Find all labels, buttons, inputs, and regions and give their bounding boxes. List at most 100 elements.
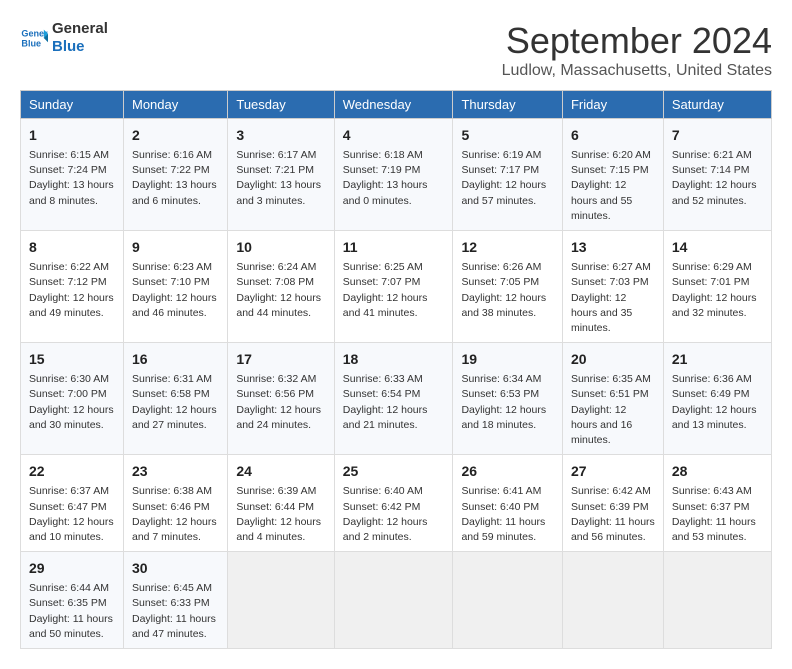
day-number: 14 bbox=[672, 237, 763, 258]
day-cell bbox=[228, 552, 334, 649]
day-cell: 10Sunrise: 6:24 AMSunset: 7:08 PMDayligh… bbox=[228, 231, 334, 343]
day-detail: Sunrise: 6:26 AMSunset: 7:05 PMDaylight:… bbox=[461, 260, 554, 321]
week-row-3: 15Sunrise: 6:30 AMSunset: 7:00 PMDayligh… bbox=[21, 343, 772, 455]
day-number: 6 bbox=[571, 125, 655, 146]
day-detail: Sunrise: 6:20 AMSunset: 7:15 PMDaylight:… bbox=[571, 148, 655, 224]
day-detail: Sunrise: 6:36 AMSunset: 6:49 PMDaylight:… bbox=[672, 372, 763, 433]
svg-text:Blue: Blue bbox=[21, 38, 41, 48]
day-cell: 30Sunrise: 6:45 AMSunset: 6:33 PMDayligh… bbox=[123, 552, 227, 649]
month-title: September 2024 bbox=[502, 20, 772, 62]
day-number: 13 bbox=[571, 237, 655, 258]
day-cell: 6Sunrise: 6:20 AMSunset: 7:15 PMDaylight… bbox=[562, 119, 663, 231]
day-detail: Sunrise: 6:39 AMSunset: 6:44 PMDaylight:… bbox=[236, 484, 325, 545]
week-row-1: 1Sunrise: 6:15 AMSunset: 7:24 PMDaylight… bbox=[21, 119, 772, 231]
day-number: 25 bbox=[343, 461, 445, 482]
day-cell: 9Sunrise: 6:23 AMSunset: 7:10 PMDaylight… bbox=[123, 231, 227, 343]
day-detail: Sunrise: 6:43 AMSunset: 6:37 PMDaylight:… bbox=[672, 484, 763, 545]
day-number: 18 bbox=[343, 349, 445, 370]
day-detail: Sunrise: 6:38 AMSunset: 6:46 PMDaylight:… bbox=[132, 484, 219, 545]
logo-icon: General Blue bbox=[20, 24, 48, 52]
day-number: 19 bbox=[461, 349, 554, 370]
day-number: 23 bbox=[132, 461, 219, 482]
header-cell-saturday: Saturday bbox=[663, 91, 771, 119]
header: General Blue GeneralBlue September 2024 … bbox=[20, 20, 772, 80]
header-row: SundayMondayTuesdayWednesdayThursdayFrid… bbox=[21, 91, 772, 119]
day-cell: 7Sunrise: 6:21 AMSunset: 7:14 PMDaylight… bbox=[663, 119, 771, 231]
day-detail: Sunrise: 6:18 AMSunset: 7:19 PMDaylight:… bbox=[343, 148, 445, 209]
day-number: 1 bbox=[29, 125, 115, 146]
day-cell bbox=[453, 552, 563, 649]
calendar-table: SundayMondayTuesdayWednesdayThursdayFrid… bbox=[20, 90, 772, 649]
day-number: 30 bbox=[132, 558, 219, 579]
week-row-5: 29Sunrise: 6:44 AMSunset: 6:35 PMDayligh… bbox=[21, 552, 772, 649]
logo-text: GeneralBlue bbox=[52, 20, 108, 56]
day-number: 12 bbox=[461, 237, 554, 258]
day-detail: Sunrise: 6:34 AMSunset: 6:53 PMDaylight:… bbox=[461, 372, 554, 433]
day-cell: 8Sunrise: 6:22 AMSunset: 7:12 PMDaylight… bbox=[21, 231, 124, 343]
title-block: September 2024 Ludlow, Massachusetts, Un… bbox=[502, 20, 772, 80]
day-detail: Sunrise: 6:31 AMSunset: 6:58 PMDaylight:… bbox=[132, 372, 219, 433]
day-number: 15 bbox=[29, 349, 115, 370]
day-number: 27 bbox=[571, 461, 655, 482]
location-title: Ludlow, Massachusetts, United States bbox=[502, 62, 772, 80]
day-cell: 19Sunrise: 6:34 AMSunset: 6:53 PMDayligh… bbox=[453, 343, 563, 455]
day-detail: Sunrise: 6:35 AMSunset: 6:51 PMDaylight:… bbox=[571, 372, 655, 448]
day-detail: Sunrise: 6:24 AMSunset: 7:08 PMDaylight:… bbox=[236, 260, 325, 321]
day-cell: 20Sunrise: 6:35 AMSunset: 6:51 PMDayligh… bbox=[562, 343, 663, 455]
day-number: 16 bbox=[132, 349, 219, 370]
day-detail: Sunrise: 6:15 AMSunset: 7:24 PMDaylight:… bbox=[29, 148, 115, 209]
day-cell: 24Sunrise: 6:39 AMSunset: 6:44 PMDayligh… bbox=[228, 455, 334, 552]
day-detail: Sunrise: 6:40 AMSunset: 6:42 PMDaylight:… bbox=[343, 484, 445, 545]
day-cell: 3Sunrise: 6:17 AMSunset: 7:21 PMDaylight… bbox=[228, 119, 334, 231]
day-detail: Sunrise: 6:17 AMSunset: 7:21 PMDaylight:… bbox=[236, 148, 325, 209]
day-cell: 25Sunrise: 6:40 AMSunset: 6:42 PMDayligh… bbox=[334, 455, 453, 552]
day-detail: Sunrise: 6:27 AMSunset: 7:03 PMDaylight:… bbox=[571, 260, 655, 336]
day-detail: Sunrise: 6:33 AMSunset: 6:54 PMDaylight:… bbox=[343, 372, 445, 433]
day-detail: Sunrise: 6:30 AMSunset: 7:00 PMDaylight:… bbox=[29, 372, 115, 433]
day-cell: 15Sunrise: 6:30 AMSunset: 7:00 PMDayligh… bbox=[21, 343, 124, 455]
day-number: 22 bbox=[29, 461, 115, 482]
day-number: 28 bbox=[672, 461, 763, 482]
week-row-2: 8Sunrise: 6:22 AMSunset: 7:12 PMDaylight… bbox=[21, 231, 772, 343]
day-cell bbox=[663, 552, 771, 649]
day-detail: Sunrise: 6:37 AMSunset: 6:47 PMDaylight:… bbox=[29, 484, 115, 545]
header-cell-wednesday: Wednesday bbox=[334, 91, 453, 119]
day-detail: Sunrise: 6:16 AMSunset: 7:22 PMDaylight:… bbox=[132, 148, 219, 209]
day-number: 10 bbox=[236, 237, 325, 258]
day-number: 3 bbox=[236, 125, 325, 146]
day-cell: 22Sunrise: 6:37 AMSunset: 6:47 PMDayligh… bbox=[21, 455, 124, 552]
day-cell bbox=[562, 552, 663, 649]
day-cell: 5Sunrise: 6:19 AMSunset: 7:17 PMDaylight… bbox=[453, 119, 563, 231]
day-detail: Sunrise: 6:22 AMSunset: 7:12 PMDaylight:… bbox=[29, 260, 115, 321]
logo: General Blue GeneralBlue bbox=[20, 20, 108, 56]
day-detail: Sunrise: 6:42 AMSunset: 6:39 PMDaylight:… bbox=[571, 484, 655, 545]
day-detail: Sunrise: 6:32 AMSunset: 6:56 PMDaylight:… bbox=[236, 372, 325, 433]
day-cell: 4Sunrise: 6:18 AMSunset: 7:19 PMDaylight… bbox=[334, 119, 453, 231]
day-number: 7 bbox=[672, 125, 763, 146]
day-cell: 27Sunrise: 6:42 AMSunset: 6:39 PMDayligh… bbox=[562, 455, 663, 552]
day-cell bbox=[334, 552, 453, 649]
day-detail: Sunrise: 6:29 AMSunset: 7:01 PMDaylight:… bbox=[672, 260, 763, 321]
day-cell: 28Sunrise: 6:43 AMSunset: 6:37 PMDayligh… bbox=[663, 455, 771, 552]
day-detail: Sunrise: 6:41 AMSunset: 6:40 PMDaylight:… bbox=[461, 484, 554, 545]
day-detail: Sunrise: 6:19 AMSunset: 7:17 PMDaylight:… bbox=[461, 148, 554, 209]
day-number: 17 bbox=[236, 349, 325, 370]
day-detail: Sunrise: 6:25 AMSunset: 7:07 PMDaylight:… bbox=[343, 260, 445, 321]
day-cell: 17Sunrise: 6:32 AMSunset: 6:56 PMDayligh… bbox=[228, 343, 334, 455]
day-cell: 1Sunrise: 6:15 AMSunset: 7:24 PMDaylight… bbox=[21, 119, 124, 231]
day-number: 11 bbox=[343, 237, 445, 258]
header-cell-tuesday: Tuesday bbox=[228, 91, 334, 119]
day-cell: 29Sunrise: 6:44 AMSunset: 6:35 PMDayligh… bbox=[21, 552, 124, 649]
day-detail: Sunrise: 6:21 AMSunset: 7:14 PMDaylight:… bbox=[672, 148, 763, 209]
day-cell: 21Sunrise: 6:36 AMSunset: 6:49 PMDayligh… bbox=[663, 343, 771, 455]
header-cell-monday: Monday bbox=[123, 91, 227, 119]
day-number: 20 bbox=[571, 349, 655, 370]
header-cell-sunday: Sunday bbox=[21, 91, 124, 119]
day-number: 29 bbox=[29, 558, 115, 579]
day-number: 2 bbox=[132, 125, 219, 146]
day-cell: 16Sunrise: 6:31 AMSunset: 6:58 PMDayligh… bbox=[123, 343, 227, 455]
day-detail: Sunrise: 6:23 AMSunset: 7:10 PMDaylight:… bbox=[132, 260, 219, 321]
day-cell: 12Sunrise: 6:26 AMSunset: 7:05 PMDayligh… bbox=[453, 231, 563, 343]
day-cell: 13Sunrise: 6:27 AMSunset: 7:03 PMDayligh… bbox=[562, 231, 663, 343]
header-cell-friday: Friday bbox=[562, 91, 663, 119]
